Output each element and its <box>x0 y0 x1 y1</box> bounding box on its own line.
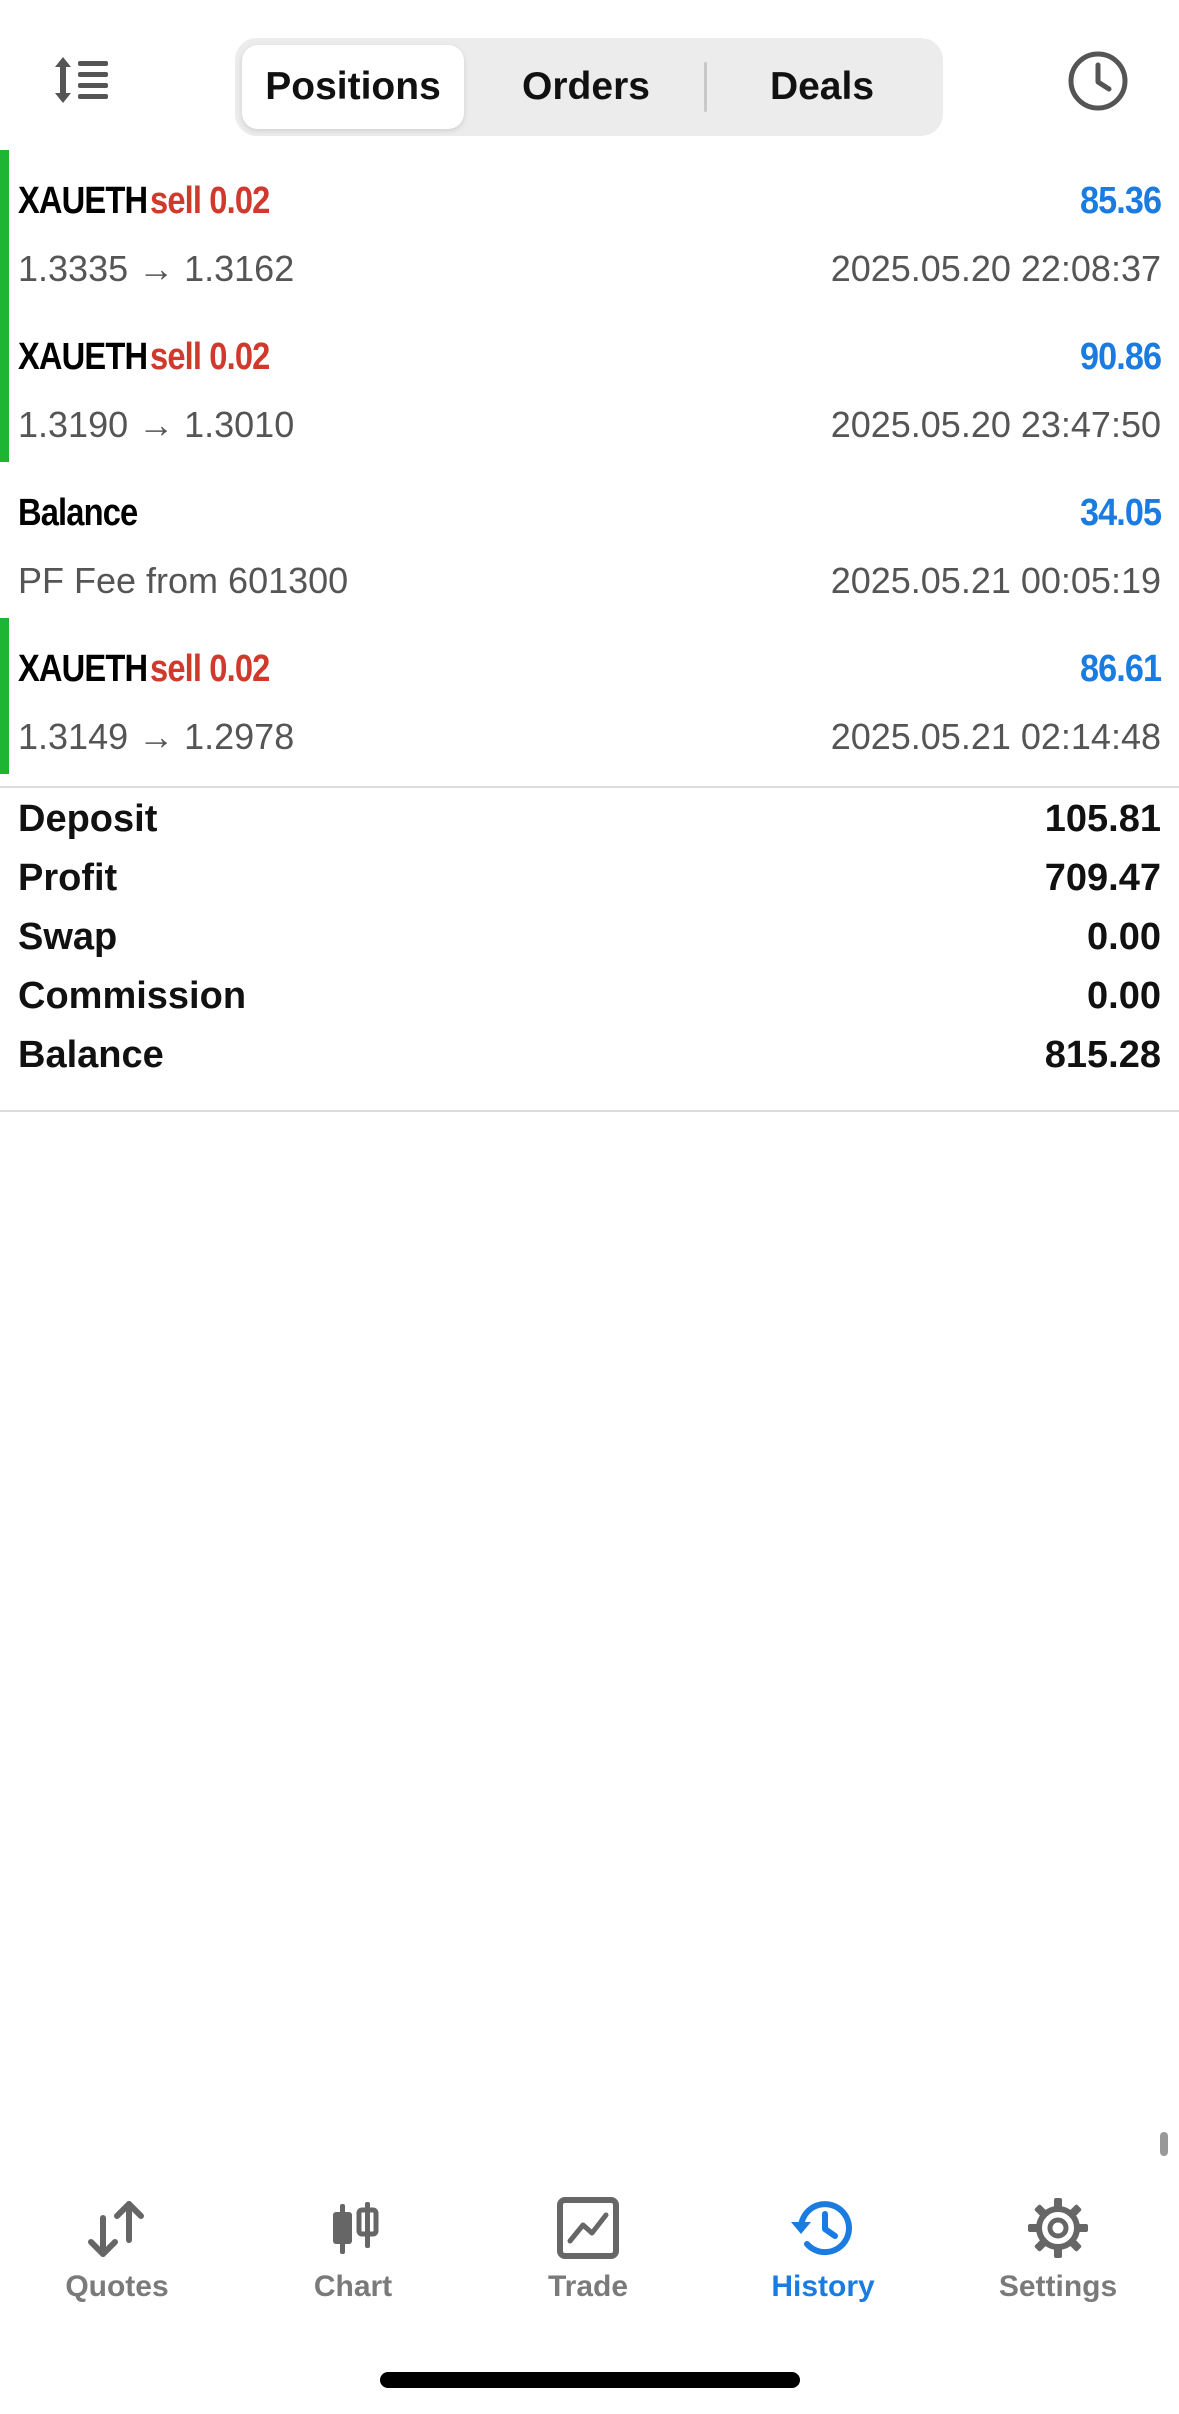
summary-row-swap: Swap 0.00 <box>0 906 1179 965</box>
tab-label: History <box>771 2270 875 2303</box>
sort-button[interactable] <box>40 40 124 124</box>
summary-label: Profit <box>18 857 118 899</box>
deal-time: 2025.05.21 00:05:19 <box>830 560 1161 601</box>
tab-trade[interactable]: Trade <box>488 2170 688 2320</box>
trade-type-label: sell 0.02 <box>150 336 270 378</box>
tab-label: Trade <box>547 2270 629 2303</box>
price-range: 1.3190 → 1.3010 <box>18 404 295 445</box>
trade-type-label: sell 0.02 <box>150 648 270 690</box>
deal-time: 2025.05.21 02:14:48 <box>830 716 1161 757</box>
profit-bar <box>0 618 9 774</box>
tab-settings[interactable]: Settings <box>958 2170 1158 2320</box>
profit-value: 86.61 <box>1079 648 1162 690</box>
summary-label: Balance <box>18 1034 164 1076</box>
tab-quotes[interactable]: Quotes <box>17 2170 217 2320</box>
sort-lines-icon <box>52 53 112 112</box>
tab-label: Quotes <box>65 2270 169 2303</box>
deal-time: 2025.05.20 22:08:37 <box>830 248 1161 289</box>
profit-value: 90.86 <box>1079 336 1162 378</box>
profit-bar <box>0 306 9 462</box>
tab-bar: Quotes Chart Trade History Settings <box>0 2170 1179 2320</box>
divider <box>0 1110 1179 1112</box>
summary-row-balance: Balance 815.28 <box>0 1024 1179 1083</box>
clock-icon <box>1066 49 1130 118</box>
home-indicator[interactable] <box>380 2372 800 2388</box>
summary-value: 0.00 <box>1087 916 1161 958</box>
profit-value: 85.36 <box>1079 180 1162 222</box>
summary-value: 815.28 <box>1044 1034 1161 1076</box>
symbol-label: Balance <box>18 492 138 534</box>
scroll-indicator[interactable] <box>1160 2132 1168 2156</box>
list-item[interactable]: XAUETH sell 0.02 85.36 1.3335 → 1.3162 2… <box>0 150 1179 306</box>
list-item[interactable]: Balance 34.05 PF Fee from 601300 2025.05… <box>0 462 1179 618</box>
price-range: 1.3335 → 1.3162 <box>18 248 295 289</box>
symbol-label: XAUETH <box>18 336 148 378</box>
summary-value: 105.81 <box>1044 798 1161 840</box>
summary-label: Commission <box>18 975 247 1017</box>
price-range: 1.3149 → 1.2978 <box>18 716 295 757</box>
summary-value: 709.47 <box>1044 857 1161 899</box>
tab-positions[interactable]: Positions <box>242 45 464 129</box>
list-item[interactable]: XAUETH sell 0.02 86.61 1.3149 → 1.2978 2… <box>0 618 1179 774</box>
tab-history[interactable]: History <box>723 2170 923 2320</box>
trade-type-label: sell 0.02 <box>150 180 270 222</box>
profit-value: 34.05 <box>1079 492 1162 534</box>
period-button[interactable] <box>1050 40 1146 126</box>
gear-icon <box>1018 2188 1098 2268</box>
tab-orders[interactable]: Orders <box>471 45 701 129</box>
history-list: XAUETH sell 0.02 85.36 1.3335 → 1.3162 2… <box>0 150 1179 774</box>
list-item[interactable]: XAUETH sell 0.02 90.86 1.3190 → 1.3010 2… <box>0 306 1179 462</box>
summary-row-profit: Profit 709.47 <box>0 847 1179 906</box>
profit-bar <box>0 150 9 306</box>
symbol-label: XAUETH <box>18 180 148 222</box>
summary-label: Deposit <box>18 798 158 840</box>
history-clock-icon <box>783 2188 863 2268</box>
summary-row-commission: Commission 0.00 <box>0 965 1179 1024</box>
candlestick-chart-icon <box>313 2188 393 2268</box>
balance-comment: PF Fee from 601300 <box>18 560 349 601</box>
summary-value: 0.00 <box>1087 975 1161 1017</box>
history-segmented-control: Positions Orders Deals <box>235 38 943 136</box>
summary-block: Deposit 105.81 Profit 709.47 Swap 0.00 C… <box>0 788 1179 1083</box>
tab-chart[interactable]: Chart <box>253 2170 453 2320</box>
deal-time: 2025.05.20 23:47:50 <box>830 404 1161 445</box>
summary-row-deposit: Deposit 105.81 <box>0 788 1179 847</box>
tab-label: Chart <box>313 2270 393 2303</box>
tab-deals[interactable]: Deals <box>707 45 937 129</box>
trade-chart-icon <box>548 2188 628 2268</box>
tab-label: Settings <box>998 2270 1118 2303</box>
top-bar: Positions Orders Deals <box>0 0 1179 150</box>
summary-label: Swap <box>18 916 118 958</box>
symbol-label: XAUETH <box>18 648 148 690</box>
quotes-arrows-icon <box>77 2188 157 2268</box>
